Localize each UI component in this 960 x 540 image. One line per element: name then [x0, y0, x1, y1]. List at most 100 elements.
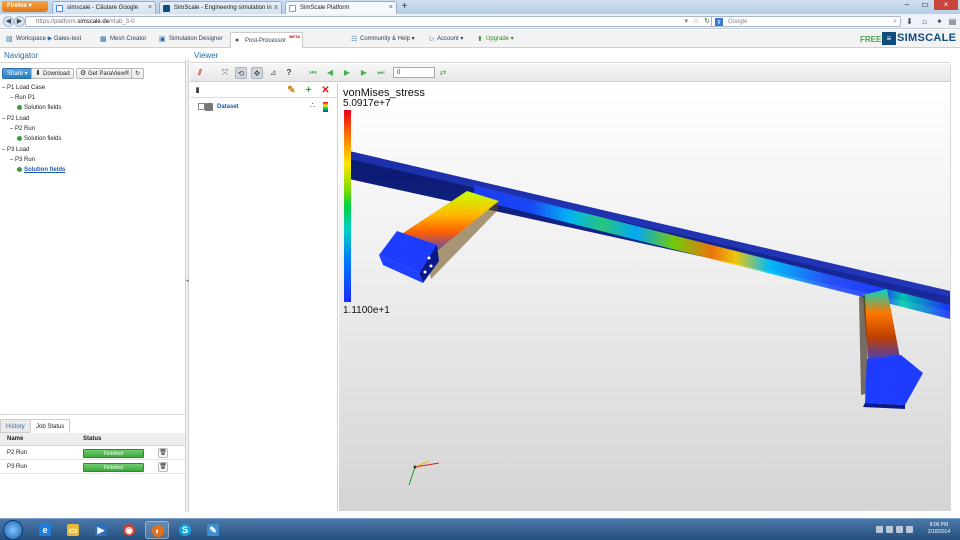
clock-date: 2/18/2014	[927, 529, 951, 535]
tray-arrow-icon[interactable]	[876, 526, 883, 533]
reload-icon[interactable]: ↻	[704, 17, 710, 27]
interact-icon[interactable]: ✥	[251, 67, 263, 79]
next-frame-icon[interactable]: ▶	[358, 67, 370, 79]
tab-mesh-creator[interactable]: ▦ Mesh Creator	[100, 33, 146, 46]
help-icon[interactable]: ?	[283, 67, 295, 79]
tree-item-p1-load-case[interactable]: – P1 Load Case	[2, 84, 45, 92]
filter-nodes-icon[interactable]: ∴	[310, 101, 315, 110]
first-frame-icon[interactable]: ⏮	[307, 67, 319, 79]
add-icon[interactable]: +	[303, 85, 314, 96]
close-tab-icon[interactable]: ×	[274, 2, 278, 14]
delete-job-icon[interactable]: 🗑	[158, 462, 168, 472]
table-row[interactable]: P2 Run Finished 🗑	[0, 447, 185, 460]
paraview-logo-icon[interactable]: ⫽	[194, 67, 206, 79]
refresh-button[interactable]: ↻	[131, 68, 145, 79]
account-menu[interactable]: ☺ Account ▾	[428, 33, 463, 46]
browser-tab-simscale-site[interactable]: SimScale - Engineering simulation in ...…	[159, 1, 282, 14]
workspace-icon: ▤	[6, 36, 13, 43]
breadcrumb-workspace[interactable]: Workspace	[16, 36, 46, 42]
navigator-title: Navigator	[4, 51, 39, 60]
loop-icon[interactable]: ⇄	[436, 67, 450, 79]
taskbar-skype[interactable]: S	[173, 521, 197, 539]
color-map-icon[interactable]	[323, 102, 328, 112]
tab-label: Simulation Designer	[169, 36, 223, 42]
tab-job-status[interactable]: Job Status	[30, 419, 71, 433]
toolbar-menu-icon[interactable]: ▤	[947, 16, 958, 27]
play-icon[interactable]: ▶	[341, 67, 353, 79]
taskbar-chrome[interactable]: ◉	[117, 521, 141, 539]
addon-icon[interactable]: ✦	[934, 16, 945, 27]
panel-splitter[interactable]: ◂	[185, 60, 189, 512]
bookmark-star-icon[interactable]: ☆	[693, 17, 699, 27]
last-frame-icon[interactable]: ⏭	[375, 67, 387, 79]
minimize-icon[interactable]: –	[898, 0, 916, 10]
workspace-breadcrumb[interactable]: ▤ Workspace ▶ Gales-test	[6, 33, 81, 46]
skype-icon: S	[179, 524, 191, 536]
taskbar-paint[interactable]: ✎	[201, 521, 225, 539]
dropdown-arrow-icon[interactable]: ▾	[684, 17, 688, 27]
download-arrow-icon[interactable]: ⬇	[904, 16, 915, 27]
volume-icon[interactable]	[896, 526, 903, 533]
collapse-arrow-icon[interactable]: ◂	[186, 278, 189, 284]
stress-model-render	[349, 151, 950, 486]
magnifier-icon[interactable]: ⌕	[893, 17, 897, 27]
system-clock[interactable]: 8:06 PM 2/18/2014	[920, 522, 958, 536]
delete-icon[interactable]: ✕	[320, 85, 331, 96]
reset-camera-icon[interactable]: ⤧	[219, 67, 231, 79]
home-icon[interactable]: ⌂	[919, 16, 930, 27]
delete-job-icon[interactable]: 🗑	[158, 448, 168, 458]
tab-history[interactable]: History	[0, 419, 31, 433]
tree-item-p3-load[interactable]: – P3 Load	[2, 146, 29, 154]
tree-item-solution-fields-selected[interactable]: Solution fields	[17, 166, 65, 174]
flag-icon[interactable]	[906, 526, 913, 533]
edit-pencil-icon[interactable]: ✎	[286, 85, 297, 96]
tree-item-solution-fields[interactable]: Solution fields	[17, 135, 61, 143]
share-button[interactable]: Share ▾	[2, 68, 32, 79]
divider	[950, 64, 951, 511]
3d-render-canvas[interactable]: vonMises_stress 5.0917e+7 1.1100e+1	[339, 83, 950, 511]
tab-simulation-designer[interactable]: ▣ Simulation Designer	[159, 33, 223, 46]
url-bar[interactable]: https://platform.simscale.de/#tab_3-0 ▾ …	[25, 16, 715, 27]
tree-item-p2-load[interactable]: – P2 Load	[2, 115, 29, 123]
taskbar-explorer[interactable]: ▭	[61, 521, 85, 539]
close-window-icon[interactable]: ×	[934, 0, 958, 10]
breadcrumb-project[interactable]: Gales-test	[54, 36, 81, 42]
tab-post-processor[interactable]: ● Post-Processor BETA	[230, 32, 304, 48]
search-input[interactable]: g Google ⌕	[711, 16, 901, 27]
taskbar-firefox[interactable]: ◐	[145, 521, 169, 539]
tree-item-p2-run[interactable]: – P2 Run	[10, 125, 35, 133]
browser-tab-simscale-platform[interactable]: SimScale Platform ×	[285, 1, 397, 14]
menu-label: Account	[437, 36, 459, 42]
table-row[interactable]: P3 Run Finished 🗑	[0, 461, 185, 474]
forward-arrow-icon[interactable]: ▶	[14, 16, 25, 27]
source-icon[interactable]: ▮	[192, 85, 203, 96]
axes-icon[interactable]: ⊿	[267, 67, 279, 79]
tree-item-solution-fields[interactable]: Solution fields	[17, 104, 61, 112]
google-search-icon[interactable]: g	[715, 18, 723, 26]
browser-tab-google[interactable]: simscale - Căutare Google ×	[52, 1, 156, 14]
new-tab-button[interactable]: +	[399, 2, 410, 13]
taskbar-ie[interactable]: e	[33, 521, 57, 539]
frame-input[interactable]: 0	[393, 67, 435, 78]
download-button[interactable]: ⬇ Download	[31, 68, 74, 79]
get-paraview-button[interactable]: ⚙ Get ParaView®	[76, 68, 134, 79]
clock-time: 8:06 PM	[929, 522, 949, 528]
user-icon: ☺	[428, 36, 436, 43]
tree-item-run-p1[interactable]: – Run P1	[10, 94, 35, 102]
paraview-label: Get ParaView®	[88, 71, 130, 77]
close-tab-icon[interactable]: ×	[148, 2, 152, 14]
visibility-checkbox[interactable]	[198, 103, 205, 110]
community-help-menu[interactable]: ☷ Community & Help ▾	[351, 33, 415, 46]
tree-item-p3-run[interactable]: – P3 Run	[10, 156, 35, 164]
pipeline-item-dataset[interactable]: Dataset ∴	[190, 101, 338, 113]
upgrade-menu[interactable]: ⬆ Upgrade ▾	[477, 33, 514, 46]
start-button[interactable]	[3, 520, 23, 540]
previous-frame-icon[interactable]: ◀	[324, 67, 336, 79]
maximize-icon[interactable]: ▭	[916, 0, 934, 10]
back-arrow-icon[interactable]: ◀	[3, 16, 14, 27]
rotate-icon[interactable]: ⟲	[235, 67, 247, 79]
close-tab-icon[interactable]: ×	[389, 2, 393, 14]
firefox-menu-button[interactable]: Firefox ▾	[2, 1, 48, 12]
taskbar-media[interactable]: ▶	[89, 521, 113, 539]
network-icon[interactable]	[886, 526, 893, 533]
